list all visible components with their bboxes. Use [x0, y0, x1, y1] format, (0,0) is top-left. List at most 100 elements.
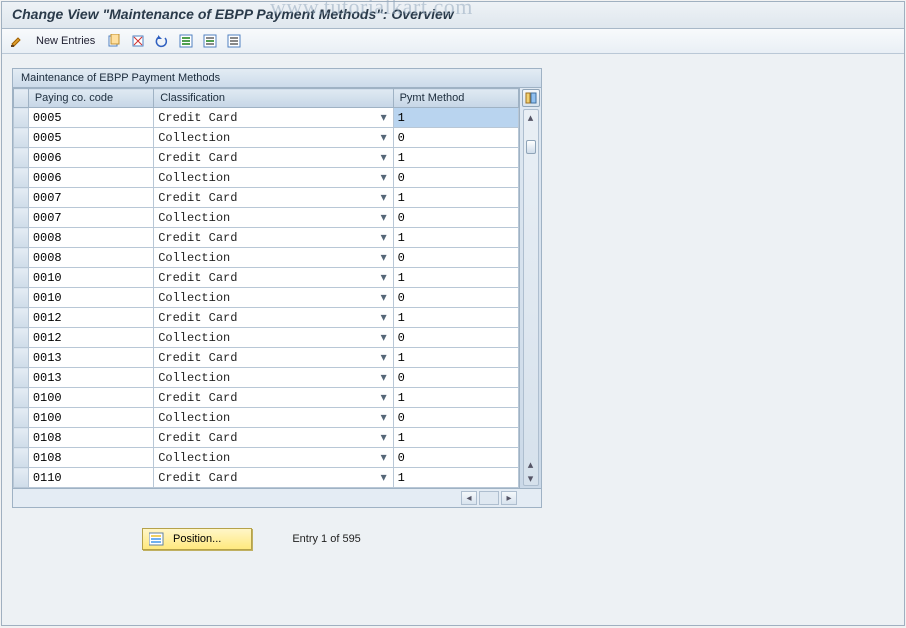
scroll-up-icon[interactable]: ▴ — [524, 110, 538, 124]
row-selector[interactable] — [14, 308, 29, 328]
classification-dropdown[interactable]: Credit Card▾ — [154, 229, 392, 247]
row-selector[interactable] — [14, 228, 29, 248]
table-settings-icon[interactable] — [522, 89, 540, 107]
paying-co-code-cell[interactable] — [29, 288, 153, 307]
classification-dropdown[interactable]: Credit Card▾ — [154, 429, 392, 447]
paying-co-code-cell[interactable] — [29, 408, 153, 427]
col-paying-co-code[interactable]: Paying co. code — [28, 89, 153, 108]
classification-value: Credit Card — [158, 151, 237, 165]
horizontal-scrollbar[interactable]: ◂ ▸ — [461, 491, 517, 505]
vertical-scrollbar[interactable]: ▴ ▴ ▾ — [523, 109, 539, 486]
classification-dropdown[interactable]: Credit Card▾ — [154, 309, 392, 327]
pymt-method-cell[interactable] — [394, 388, 518, 407]
classification-dropdown[interactable]: Collection▾ — [154, 289, 392, 307]
pymt-method-cell[interactable] — [394, 228, 518, 247]
classification-dropdown[interactable]: Collection▾ — [154, 249, 392, 267]
pymt-method-cell[interactable] — [394, 148, 518, 167]
classification-dropdown[interactable]: Credit Card▾ — [154, 349, 392, 367]
select-all-icon[interactable] — [177, 32, 195, 50]
row-selector[interactable] — [14, 428, 29, 448]
pymt-method-cell[interactable] — [394, 128, 518, 147]
paying-co-code-cell[interactable] — [29, 168, 153, 187]
classification-dropdown[interactable]: Collection▾ — [154, 449, 392, 467]
position-button[interactable]: Position... — [142, 528, 252, 550]
classification-dropdown[interactable]: Collection▾ — [154, 169, 392, 187]
scroll-down-icon[interactable]: ▾ — [524, 471, 538, 485]
new-entries-button[interactable]: New Entries — [32, 35, 99, 47]
row-selector[interactable] — [14, 168, 29, 188]
scroll-left-icon[interactable]: ◂ — [461, 491, 477, 505]
row-selector[interactable] — [14, 268, 29, 288]
pymt-method-cell[interactable] — [394, 428, 518, 447]
paying-co-code-cell[interactable] — [29, 308, 153, 327]
row-selector[interactable] — [14, 468, 29, 488]
classification-dropdown[interactable]: Collection▾ — [154, 329, 392, 347]
toggle-display-change-icon[interactable] — [8, 32, 26, 50]
paying-co-code-cell[interactable] — [29, 388, 153, 407]
row-selector[interactable] — [14, 328, 29, 348]
row-selector[interactable] — [14, 448, 29, 468]
paying-co-code-cell[interactable] — [29, 368, 153, 387]
col-classification[interactable]: Classification — [154, 89, 393, 108]
col-pymt-method[interactable]: Pymt Method — [393, 89, 518, 108]
paying-co-code-cell[interactable] — [29, 268, 153, 287]
pymt-method-cell[interactable] — [394, 168, 518, 187]
paying-co-code-cell[interactable] — [29, 248, 153, 267]
undo-change-icon[interactable] — [153, 32, 171, 50]
row-selector[interactable] — [14, 108, 29, 128]
classification-dropdown[interactable]: Collection▾ — [154, 369, 392, 387]
paying-co-code-cell[interactable] — [29, 148, 153, 167]
row-selector[interactable] — [14, 128, 29, 148]
row-selector[interactable] — [14, 408, 29, 428]
classification-dropdown[interactable]: Credit Card▾ — [154, 469, 392, 487]
pymt-method-cell[interactable] — [394, 268, 518, 287]
paying-co-code-cell[interactable] — [29, 348, 153, 367]
classification-dropdown[interactable]: Credit Card▾ — [154, 389, 392, 407]
pymt-method-cell[interactable] — [394, 208, 518, 227]
row-selector[interactable] — [14, 188, 29, 208]
pymt-method-cell[interactable] — [394, 108, 518, 127]
scroll-right-icon[interactable]: ▸ — [501, 491, 517, 505]
deselect-all-icon[interactable] — [225, 32, 243, 50]
row-selector[interactable] — [14, 348, 29, 368]
paying-co-code-cell[interactable] — [29, 208, 153, 227]
pymt-method-cell[interactable] — [394, 448, 518, 467]
classification-dropdown[interactable]: Credit Card▾ — [154, 149, 392, 167]
scroll-up2-icon[interactable]: ▴ — [524, 457, 538, 471]
scroll-thumb[interactable] — [526, 140, 536, 154]
classification-dropdown[interactable]: Collection▾ — [154, 209, 392, 227]
row-selector[interactable] — [14, 368, 29, 388]
row-selector[interactable] — [14, 388, 29, 408]
row-selector[interactable] — [14, 288, 29, 308]
paying-co-code-cell[interactable] — [29, 448, 153, 467]
pymt-method-cell[interactable] — [394, 408, 518, 427]
hscroll-track[interactable] — [479, 491, 499, 505]
pymt-method-cell[interactable] — [394, 328, 518, 347]
paying-co-code-cell[interactable] — [29, 108, 153, 127]
pymt-method-cell[interactable] — [394, 348, 518, 367]
classification-dropdown[interactable]: Collection▾ — [154, 409, 392, 427]
paying-co-code-cell[interactable] — [29, 468, 153, 487]
pymt-method-cell[interactable] — [394, 188, 518, 207]
row-selector[interactable] — [14, 148, 29, 168]
row-selector[interactable] — [14, 248, 29, 268]
pymt-method-cell[interactable] — [394, 288, 518, 307]
paying-co-code-cell[interactable] — [29, 128, 153, 147]
pymt-method-cell[interactable] — [394, 468, 518, 487]
pymt-method-cell[interactable] — [394, 308, 518, 327]
pymt-method-cell[interactable] — [394, 368, 518, 387]
classification-dropdown[interactable]: Credit Card▾ — [154, 189, 392, 207]
paying-co-code-cell[interactable] — [29, 328, 153, 347]
row-selector[interactable] — [14, 208, 29, 228]
copy-as-icon[interactable] — [105, 32, 123, 50]
paying-co-code-cell[interactable] — [29, 428, 153, 447]
row-selector-header[interactable] — [14, 89, 29, 108]
paying-co-code-cell[interactable] — [29, 188, 153, 207]
paying-co-code-cell[interactable] — [29, 228, 153, 247]
select-block-icon[interactable] — [201, 32, 219, 50]
classification-dropdown[interactable]: Credit Card▾ — [154, 109, 392, 127]
classification-dropdown[interactable]: Credit Card▾ — [154, 269, 392, 287]
classification-dropdown[interactable]: Collection▾ — [154, 129, 392, 147]
pymt-method-cell[interactable] — [394, 248, 518, 267]
delete-icon[interactable] — [129, 32, 147, 50]
